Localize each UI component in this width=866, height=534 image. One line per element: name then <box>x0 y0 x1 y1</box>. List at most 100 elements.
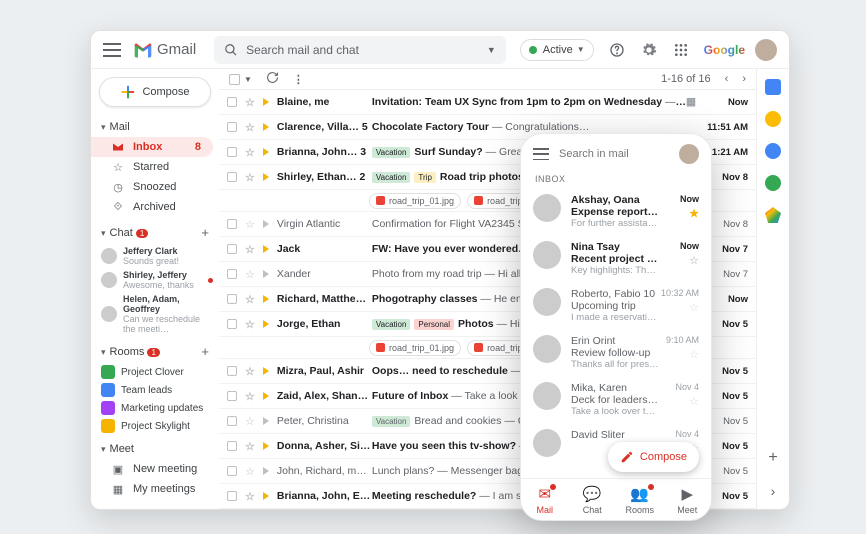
hamburger-icon[interactable] <box>103 43 121 57</box>
importance-marker-icon[interactable] <box>263 392 271 400</box>
mobile-email-item[interactable]: Mika, KarenDeck for leadershipTake a loo… <box>521 376 711 423</box>
row-checkbox[interactable] <box>227 97 237 107</box>
row-checkbox[interactable] <box>227 147 237 157</box>
star-icon[interactable]: ☆ <box>245 96 255 109</box>
meet-item[interactable]: ▦My meetings <box>91 479 219 499</box>
select-all-dropdown-icon[interactable]: ▼ <box>244 75 252 84</box>
attachment-chip[interactable]: road_trip_01.jpg <box>369 340 461 356</box>
rooms-section-header[interactable]: ▾Rooms 1+ <box>91 340 219 363</box>
star-icon[interactable]: ☆ <box>245 218 255 231</box>
chat-section-header[interactable]: ▾Chat 1+ <box>91 221 219 244</box>
contacts-app-icon[interactable] <box>765 175 781 191</box>
importance-marker-icon[interactable] <box>263 245 271 253</box>
settings-icon[interactable] <box>640 41 658 59</box>
importance-marker-icon[interactable] <box>263 98 271 106</box>
apps-grid-icon[interactable] <box>672 41 690 59</box>
search-dropdown-icon[interactable]: ▼ <box>487 45 496 55</box>
add-panel-icon[interactable]: + <box>768 449 777 467</box>
importance-marker-icon[interactable] <box>263 173 271 181</box>
importance-marker-icon[interactable] <box>263 148 271 156</box>
room-item[interactable]: Project Skylight <box>91 417 219 435</box>
email-row[interactable]: ☆Blaine, meInvitation: Team UX Sync from… <box>219 90 756 115</box>
mobile-tab-chat[interactable]: 💬Chat <box>569 479 617 520</box>
star-icon[interactable]: ☆ <box>689 395 699 408</box>
star-icon[interactable]: ☆ <box>689 254 699 267</box>
star-icon[interactable]: ☆ <box>245 146 255 159</box>
row-checkbox[interactable] <box>227 122 237 132</box>
star-icon[interactable]: ☆ <box>245 365 255 378</box>
mobile-email-item[interactable]: Erin OrintReview follow-upThanks all for… <box>521 329 711 376</box>
star-icon[interactable]: ☆ <box>245 440 255 453</box>
importance-marker-icon[interactable] <box>263 220 271 228</box>
star-icon[interactable]: ☆ <box>245 268 255 281</box>
room-item[interactable]: Marketing updates <box>91 399 219 417</box>
gmail-logo[interactable]: Gmail <box>133 41 196 58</box>
add-chat-icon[interactable]: + <box>201 225 209 240</box>
importance-marker-icon[interactable] <box>263 295 271 303</box>
meet-section-header[interactable]: ▾Meet <box>91 439 219 459</box>
mail-section-header[interactable]: ▾Mail <box>91 117 219 137</box>
mobile-tab-meet[interactable]: ▶Meet <box>664 479 712 520</box>
row-checkbox[interactable] <box>227 219 237 229</box>
more-icon[interactable]: ⋮ <box>293 73 304 86</box>
row-checkbox[interactable] <box>227 416 237 426</box>
maps-app-icon[interactable] <box>765 207 781 223</box>
mobile-search-placeholder[interactable]: Search in mail <box>559 148 679 160</box>
mobile-hamburger-icon[interactable] <box>533 148 549 160</box>
help-icon[interactable] <box>608 41 626 59</box>
star-icon[interactable]: ☆ <box>245 490 255 503</box>
star-icon[interactable]: ☆ <box>245 171 255 184</box>
next-page-icon[interactable]: › <box>742 73 746 85</box>
keep-app-icon[interactable] <box>765 111 781 127</box>
mobile-tab-rooms[interactable]: 👥Rooms <box>616 479 664 520</box>
row-checkbox[interactable] <box>227 441 237 451</box>
chat-item[interactable]: Shirley, JefferyAwesome, thanks <box>91 268 219 292</box>
star-icon[interactable]: ☆ <box>245 293 255 306</box>
mobile-compose-button[interactable]: Compose <box>608 442 699 472</box>
row-checkbox[interactable] <box>227 391 237 401</box>
star-icon[interactable]: ☆ <box>245 121 255 134</box>
status-chip[interactable]: Active ▼ <box>520 39 594 61</box>
add-room-icon[interactable]: + <box>201 344 209 359</box>
room-item[interactable]: Project Clover <box>91 363 219 381</box>
calendar-app-icon[interactable] <box>765 79 781 95</box>
google-logo[interactable]: Google <box>704 43 745 57</box>
meet-item[interactable]: ▣New meeting <box>91 459 219 479</box>
search-bar[interactable]: Search mail and chat ▼ <box>214 36 506 64</box>
row-checkbox[interactable] <box>227 172 237 182</box>
importance-marker-icon[interactable] <box>263 123 271 131</box>
importance-marker-icon[interactable] <box>263 270 271 278</box>
sidebar-item-snoozed[interactable]: ◷Snoozed <box>91 177 219 197</box>
row-checkbox[interactable] <box>227 319 237 329</box>
importance-marker-icon[interactable] <box>263 320 271 328</box>
mobile-email-item[interactable]: Nina TsayRecent project updatesKey highl… <box>521 235 711 282</box>
room-item[interactable]: Team leads <box>91 381 219 399</box>
star-icon[interactable]: ☆ <box>689 301 699 314</box>
chat-item[interactable]: Jeffery ClarkSounds great! <box>91 244 219 268</box>
mobile-email-item[interactable]: Akshay, OanaExpense report pendingFor fu… <box>521 188 711 235</box>
sidebar-item-inbox[interactable]: Inbox8 <box>91 137 213 157</box>
row-checkbox[interactable] <box>227 491 237 501</box>
account-avatar[interactable] <box>755 39 777 61</box>
importance-marker-icon[interactable] <box>263 492 271 500</box>
star-icon[interactable]: ☆ <box>689 348 699 361</box>
row-checkbox[interactable] <box>227 366 237 376</box>
star-icon[interactable]: ☆ <box>245 318 255 331</box>
star-icon[interactable]: ☆ <box>245 390 255 403</box>
importance-marker-icon[interactable] <box>263 442 271 450</box>
chat-item[interactable]: Helen, Adam, GeoffreyCan we reschedule t… <box>91 292 219 336</box>
tasks-app-icon[interactable] <box>765 143 781 159</box>
prev-page-icon[interactable]: ‹ <box>725 73 729 85</box>
star-icon[interactable]: ☆ <box>245 243 255 256</box>
sidebar-item-starred[interactable]: ☆Starred <box>91 157 219 177</box>
compose-button[interactable]: Compose <box>99 77 211 107</box>
refresh-icon[interactable] <box>266 71 279 87</box>
sidebar-item-archived[interactable]: ⟐Archived <box>91 197 219 217</box>
star-icon[interactable]: ★ <box>689 207 699 220</box>
collapse-panel-icon[interactable]: › <box>771 483 776 499</box>
select-all-checkbox[interactable] <box>229 74 240 85</box>
star-icon[interactable]: ☆ <box>245 465 255 478</box>
mobile-email-item[interactable]: Roberto, Fabio 10Upcoming tripI made a r… <box>521 282 711 329</box>
row-checkbox[interactable] <box>227 269 237 279</box>
mobile-tab-mail[interactable]: ✉Mail <box>521 479 569 520</box>
